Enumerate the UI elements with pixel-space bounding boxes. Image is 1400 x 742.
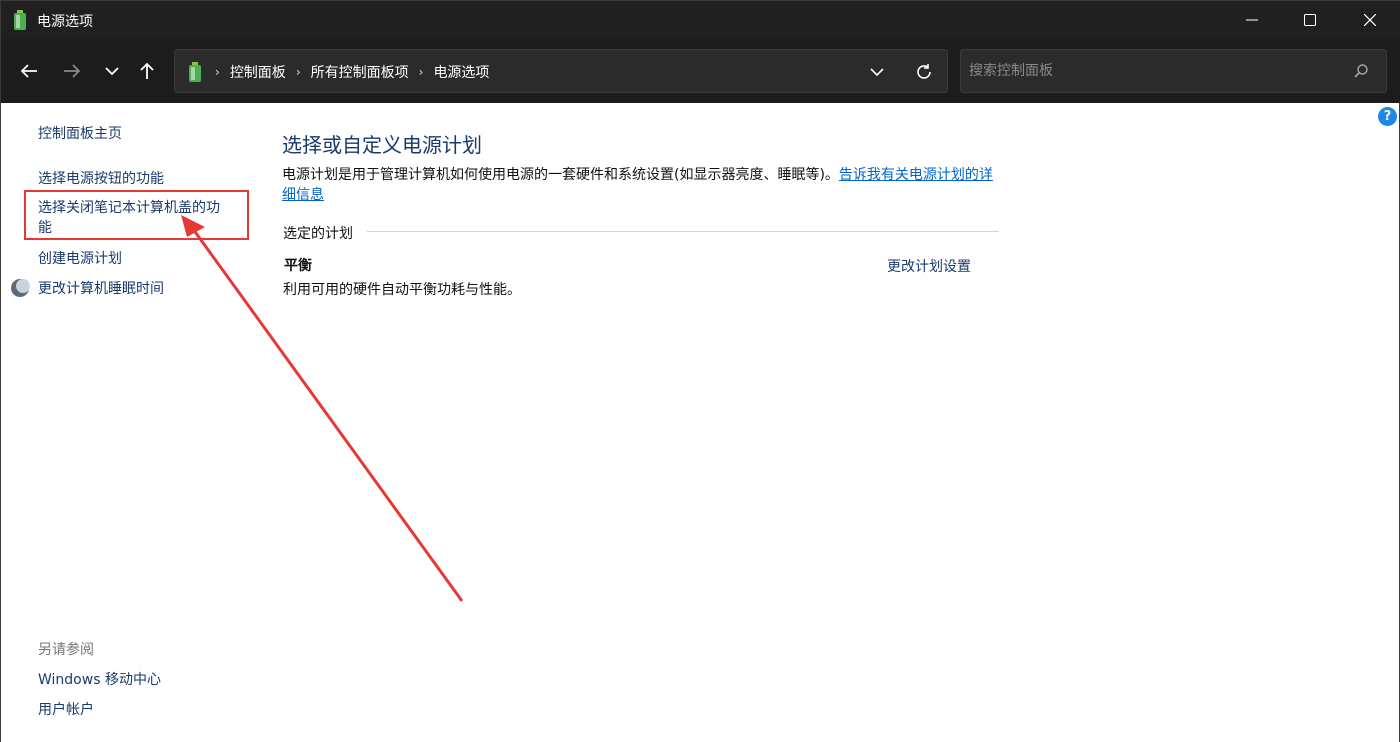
- breadcrumb-power-options[interactable]: 电源选项: [433, 62, 489, 82]
- breadcrumb-separator: ›: [295, 65, 301, 79]
- minimize-button[interactable]: [1223, 1, 1281, 39]
- battery-icon: [189, 62, 201, 82]
- refresh-button[interactable]: [912, 60, 936, 84]
- breadcrumb-control-panel[interactable]: 控制面板: [230, 62, 286, 82]
- maximize-button[interactable]: [1281, 1, 1339, 39]
- breadcrumb-all-items[interactable]: 所有控制面板项: [311, 62, 409, 82]
- recent-locations-button[interactable]: [98, 57, 126, 85]
- address-bar[interactable]: › 控制面板 › 所有控制面板项 › 电源选项: [174, 49, 948, 93]
- power-options-window: 电源选项 › 控制面板 › 所有控制面板项 › 电源选项 搜索控制面板 ? 控制…: [0, 0, 1400, 742]
- title-bar[interactable]: 电源选项: [1, 1, 1400, 39]
- breadcrumb: › 控制面板 › 所有控制面板项 › 电源选项: [215, 62, 499, 82]
- forward-button[interactable]: [58, 57, 86, 85]
- search-box[interactable]: [960, 49, 1387, 93]
- history-chevron-icon: [105, 67, 119, 76]
- battery-icon: [14, 10, 26, 30]
- search-icon[interactable]: [1353, 63, 1369, 79]
- search-input[interactable]: [969, 60, 1339, 82]
- up-button[interactable]: [133, 57, 161, 85]
- window-title: 电源选项: [37, 14, 93, 30]
- maximize-icon: [1304, 14, 1316, 26]
- breadcrumb-separator: ›: [418, 65, 424, 79]
- chevron-down-icon: [870, 68, 884, 77]
- content-area: ? 控制面板主页 选择电源按钮的功能 选择关闭笔记本计算机盖的功 能 创建电源计…: [1, 103, 1399, 742]
- back-button[interactable]: [15, 57, 43, 85]
- annotation-arrow: [181, 215, 464, 602]
- breadcrumb-separator: ›: [215, 65, 220, 79]
- address-dropdown-button[interactable]: [865, 61, 889, 83]
- back-arrow-icon: [20, 64, 37, 78]
- refresh-icon: [917, 64, 931, 79]
- navigation-bar: › 控制面板 › 所有控制面板项 › 电源选项: [1, 39, 1400, 103]
- up-arrow-icon: [140, 62, 154, 79]
- close-button[interactable]: [1341, 1, 1399, 39]
- minimize-icon: [1246, 19, 1258, 21]
- close-icon: [1364, 14, 1376, 26]
- forward-arrow-icon: [64, 64, 81, 78]
